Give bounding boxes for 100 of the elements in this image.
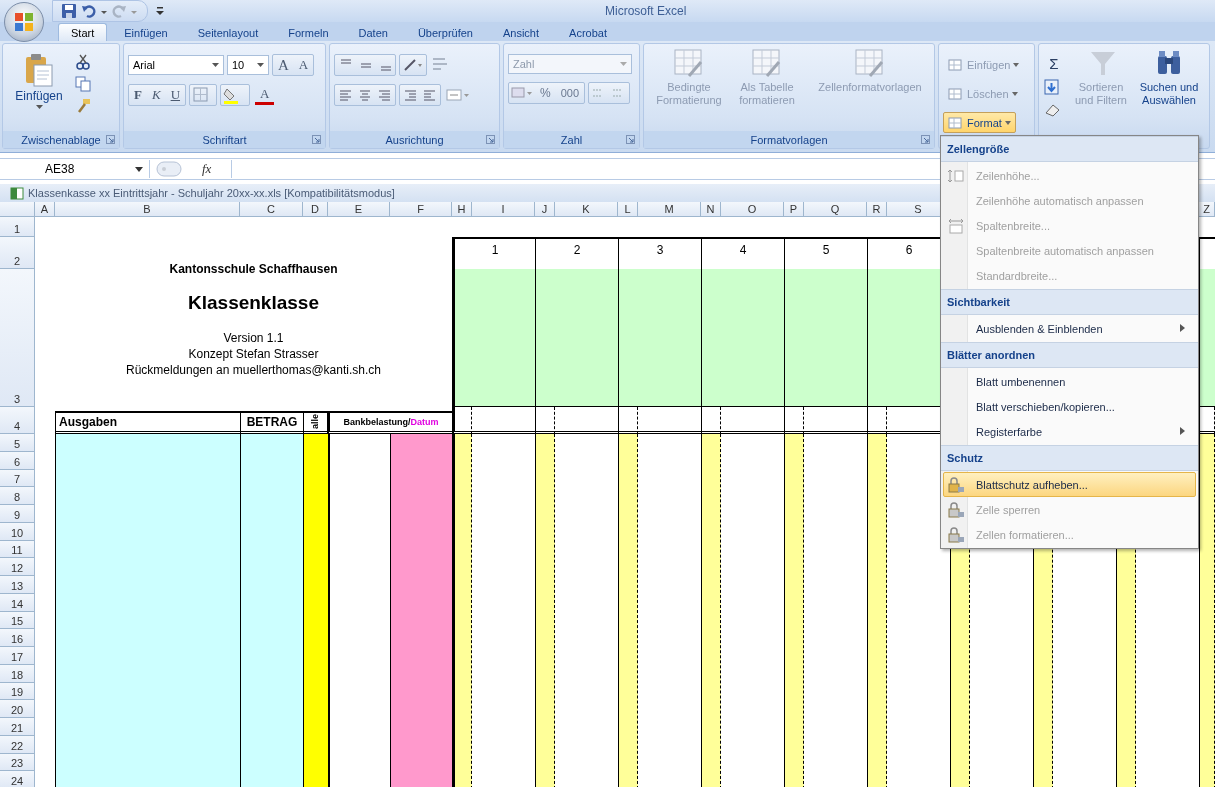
horizontal-align-icon[interactable] [334, 84, 396, 106]
sheet-title: Klassenklasse [188, 292, 319, 314]
row-header[interactable]: 20 [0, 700, 35, 718]
caret-icon [1004, 120, 1011, 125]
logo [13, 11, 35, 33]
column-header[interactable]: E [328, 202, 390, 217]
column-header[interactable]: N [701, 202, 721, 217]
ribbon-tab[interactable]: Daten [345, 23, 401, 41]
ribbon-button[interactable]: Format [943, 112, 1016, 133]
column-header[interactable]: M [638, 202, 701, 217]
brush-icon[interactable] [75, 98, 91, 114]
ribbon-tab[interactable]: Ansicht [489, 23, 553, 41]
caret-icon [1011, 91, 1018, 96]
menu-item[interactable]: Blatt umbenennen [943, 369, 1196, 394]
caret-icon [257, 63, 264, 67]
font-size-field[interactable]: 10 [227, 55, 269, 75]
menu-item[interactable]: Blatt verschieben/kopieren... [943, 394, 1196, 419]
group-label: Schriftart [202, 133, 247, 146]
indent-icon[interactable] [399, 84, 441, 106]
menu-item[interactable]: Ausblenden & Einblenden [943, 316, 1196, 341]
percent-button[interactable]: % [535, 83, 556, 103]
vertical-align-icon[interactable] [334, 54, 396, 76]
copy-icon[interactable] [75, 76, 91, 92]
menu-section-header: Zellengröße [941, 136, 1198, 162]
save-icon[interactable] [61, 3, 77, 19]
column-header[interactable]: Z [1199, 202, 1215, 217]
column-header[interactable]: Q [804, 202, 867, 217]
row-header[interactable]: 21 [0, 718, 35, 736]
column-header[interactable]: F [390, 202, 452, 217]
group-label: Zwischenablage [21, 133, 101, 146]
row-header[interactable]: 1 [0, 217, 35, 237]
row-header[interactable]: 12 [0, 558, 35, 576]
select-all-corner[interactable] [0, 202, 35, 217]
ribbon-tab[interactable]: Start [58, 23, 108, 41]
column-header[interactable]: K [555, 202, 618, 217]
row-header[interactable]: 17 [0, 647, 35, 665]
ribbon-tab[interactable]: Formeln [275, 23, 342, 41]
column-header[interactable]: R [867, 202, 887, 217]
column-header[interactable]: P [784, 202, 804, 217]
group-label: Formatvorlagen [750, 133, 828, 146]
bold-button[interactable]: F [129, 85, 147, 105]
dialog-launcher-icon[interactable] [626, 135, 635, 144]
row-header[interactable]: 24 [0, 771, 35, 787]
column-number: 4 [701, 237, 784, 269]
column-heading: alle [311, 414, 320, 430]
row-header[interactable]: 8 [0, 487, 35, 505]
group-label: Ausrichtung [385, 133, 444, 146]
row-header[interactable]: 5 [0, 434, 35, 452]
row-header[interactable]: 2 [0, 237, 35, 269]
scissors-icon[interactable] [75, 54, 91, 70]
name-box[interactable]: AE38 [0, 160, 150, 178]
shrink-font-button[interactable]: A [293, 55, 314, 75]
formula-toggle-icon[interactable] [156, 161, 182, 177]
column-header[interactable]: D [303, 202, 328, 217]
italic-button[interactable]: K [146, 85, 166, 105]
column-header[interactable]: O [721, 202, 784, 217]
font-color-button[interactable]: A [255, 85, 275, 105]
table-icon [751, 48, 783, 78]
ribbon-tab[interactable]: Überprüfen [404, 23, 486, 41]
font-field[interactable]: Arial [128, 55, 224, 75]
paste-button[interactable]: Einfügen [7, 48, 71, 110]
row-header[interactable]: 13 [0, 576, 35, 594]
ribbon-button[interactable]: Suchen und Auswählen [1137, 48, 1201, 107]
column-header[interactable]: H [452, 202, 472, 217]
ribbon-tab[interactable]: Acrobat [556, 23, 620, 41]
caret-icon [212, 63, 219, 67]
autosum-button[interactable]: Σ [1043, 54, 1065, 72]
menu-item[interactable]: Registerfarbe [943, 419, 1196, 444]
ribbon-tab[interactable]: Seitenlayout [184, 23, 272, 41]
column-header[interactable]: L [618, 202, 638, 217]
row-header[interactable]: 4 [0, 407, 35, 434]
row-header[interactable]: 16 [0, 629, 35, 647]
customize-icon[interactable] [156, 5, 164, 17]
row-header[interactable]: 9 [0, 505, 35, 523]
dialog-launcher-icon[interactable] [106, 135, 115, 144]
grow-font-button[interactable]: A [273, 55, 294, 75]
insert-function-button[interactable]: fx [202, 161, 212, 177]
column-heading: Bankbelastung/ [343, 417, 411, 427]
column-header[interactable]: J [535, 202, 555, 217]
column-header[interactable]: I [472, 202, 535, 217]
caret-icon [35, 105, 43, 109]
ribbon-tab[interactable]: Einfügen [111, 23, 181, 41]
info-line: Rückmeldungen an muellerthomas@kanti.sh.ch [126, 362, 381, 378]
column-number: 5 [784, 237, 867, 269]
column-header[interactable]: C [240, 202, 303, 217]
dialog-launcher-icon[interactable] [921, 135, 930, 144]
caret-icon [620, 62, 627, 66]
underline-button[interactable]: U [165, 85, 185, 105]
grid-icon [948, 115, 964, 130]
text-orientation-icon[interactable] [399, 54, 427, 76]
column-header[interactable]: A [35, 202, 55, 217]
info-line: Version 1.1 [223, 330, 284, 346]
dialog-launcher-icon[interactable] [312, 135, 321, 144]
row-header[interactable]: 3 [0, 269, 35, 407]
dialog-launcher-icon[interactable] [486, 135, 495, 144]
column-header[interactable]: B [55, 202, 240, 217]
menu-item[interactable]: Blattschutz aufheben... [943, 472, 1196, 497]
fill-color-icon[interactable] [220, 84, 250, 106]
thousands-button[interactable]: 000 [555, 83, 585, 103]
undo-icon[interactable] [81, 3, 97, 19]
